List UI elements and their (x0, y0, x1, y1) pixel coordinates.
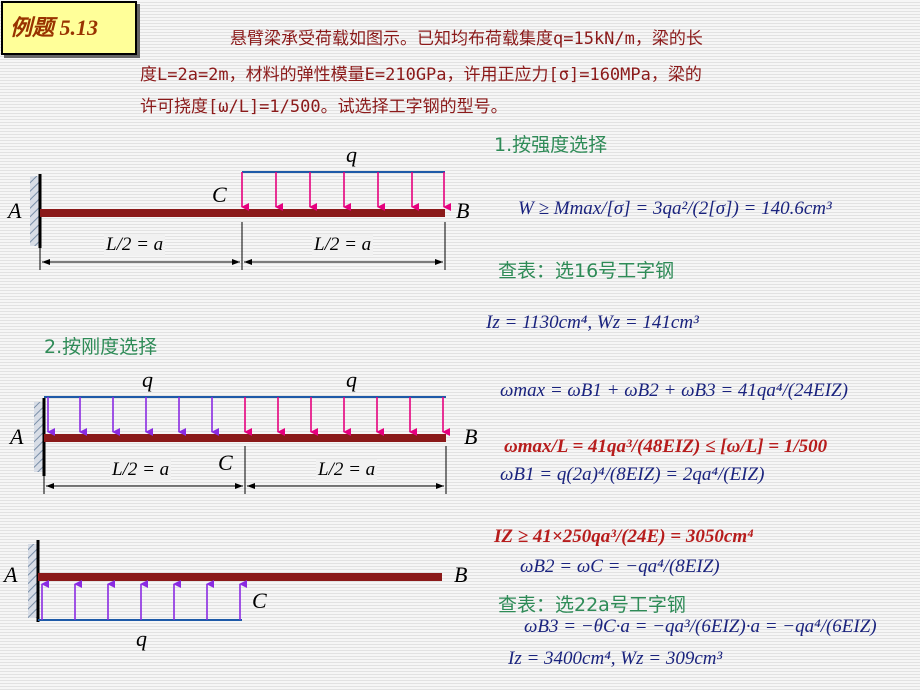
point-label-b-1: B (456, 198, 470, 223)
diagram-2 (34, 396, 450, 494)
dimension-lines-1 (39, 222, 446, 270)
dimension-label-2-left: L/2 = a (110, 459, 172, 481)
beam-3 (38, 573, 442, 581)
diagram-3 (28, 540, 442, 622)
point-label-c-1: C (212, 182, 227, 207)
load-arrows-3-up (41, 580, 247, 620)
beam-2 (44, 434, 446, 442)
load-label-q-2-left: q (142, 367, 153, 392)
load-arrows-1 (241, 172, 451, 211)
point-label-b-3: B (454, 562, 468, 587)
dimension-label-1-left: L/2 = a (104, 234, 166, 256)
load-label-q-3: q (136, 626, 147, 651)
point-label-a-2: A (10, 424, 24, 449)
point-label-a-1: A (8, 198, 22, 223)
load-label-q-1: q (346, 142, 357, 167)
diagram-1 (30, 171, 451, 270)
load-label-q-2-right: q (346, 367, 357, 392)
point-label-a-3: A (4, 562, 18, 587)
dimension-label-2-right: L/2 = a (316, 459, 378, 481)
point-label-c-3: C (252, 588, 267, 613)
point-label-c-2: C (218, 450, 233, 475)
dimension-label-1-right: L/2 = a (312, 234, 374, 256)
dimension-lines-2 (43, 446, 447, 494)
point-label-b-2: B (464, 424, 478, 449)
load-arrows-2-right (244, 397, 450, 436)
load-arrows-2-left (47, 397, 219, 436)
beam-1 (40, 209, 445, 217)
